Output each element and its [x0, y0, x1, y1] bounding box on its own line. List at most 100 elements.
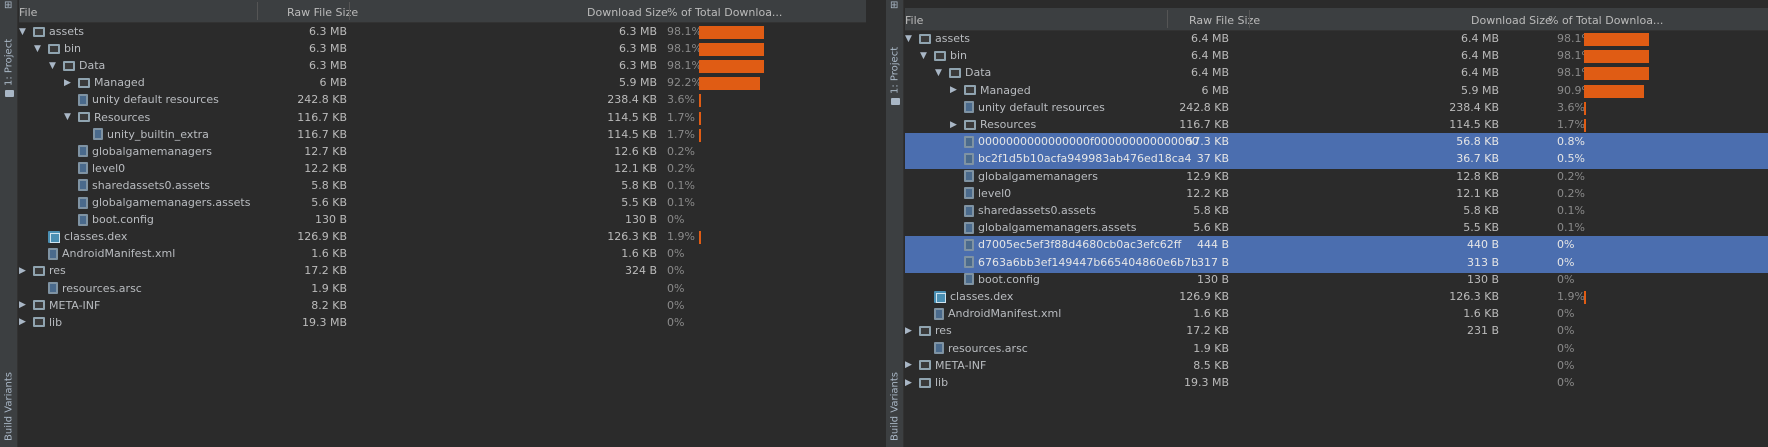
percent-bar: [699, 60, 764, 74]
raw-size-cell: 444 B: [1196, 238, 1229, 252]
structure-icon[interactable]: ⊞: [4, 0, 12, 11]
file-icon: [964, 256, 974, 269]
table-row[interactable]: ▼ bin 6.4 MB 6.4 MB 98.1%: [905, 47, 1768, 66]
download-size-cell: 5.9 MB: [618, 76, 657, 90]
percent-cell: 0.1%: [667, 196, 695, 209]
file-name: level0: [978, 186, 1012, 200]
expand-arrow-icon[interactable]: ▼: [935, 68, 949, 78]
percent-cell: 0.1%: [1557, 204, 1585, 217]
download-size-cell: 238.4 KB: [1449, 100, 1499, 114]
collapse-arrow-icon[interactable]: ▶: [905, 360, 919, 370]
file-name-cell: ▼ assets: [19, 25, 84, 38]
download-size-cell: 5.8 KB: [621, 178, 657, 192]
percent-bar: [699, 128, 701, 142]
file-name: 6763a6bb3ef149447b665404860e6b7b: [978, 255, 1199, 269]
raw-size-cell: 1.6 KB: [1193, 307, 1229, 321]
expand-arrow-icon[interactable]: ▼: [905, 34, 919, 44]
collapse-arrow-icon[interactable]: ▶: [950, 85, 964, 95]
collapse-arrow-icon[interactable]: ▶: [19, 317, 33, 327]
table-row[interactable]: ▶ lib 19.3 MB 0%: [905, 374, 1768, 393]
table-row[interactable]: d7005ec5ef3f88d4680cb0ac3efc62ff 444 B 440…: [905, 236, 1768, 256]
column-download-size[interactable]: Download Size: [1471, 14, 1552, 27]
folder-icon: [949, 67, 961, 78]
structure-icon[interactable]: ⊞: [890, 0, 898, 11]
column-percent[interactable]: % of Total Downloa...: [1548, 14, 1663, 27]
table-row[interactable]: ▶ lib 19.3 MB 0%: [19, 314, 866, 333]
table-row[interactable]: resources.arsc 1.9 KB 0%: [905, 340, 1768, 359]
table-row[interactable]: boot.config 130 B 130 B 0%: [905, 271, 1768, 290]
table-row[interactable]: 0000000000000000f000000000000000 57.3 KB 5…: [905, 133, 1768, 153]
project-tool-tab[interactable]: 1: Project: [887, 38, 903, 94]
apk-analyzer-right: ⊞ 1: Project Build Variants File Raw Fil…: [886, 0, 1768, 447]
column-percent[interactable]: % of Total Downloa...: [667, 6, 782, 19]
collapse-arrow-icon[interactable]: ▶: [19, 300, 33, 310]
percent-cell: 98.1%: [667, 25, 702, 38]
raw-size-cell: 17.2 KB: [304, 264, 347, 278]
percent-cell: 0.2%: [1557, 169, 1585, 183]
collapse-arrow-icon[interactable]: ▶: [19, 266, 33, 276]
file-size-table: File Raw File Size Download Size % of To…: [19, 0, 866, 447]
file-name: unity_builtin_extra: [107, 127, 209, 141]
table-row[interactable]: ▼ assets 6.4 MB 6.4 MB 98.1%: [905, 30, 1768, 49]
download-size-cell: 231 B: [1466, 324, 1499, 338]
raw-size-cell: 130 B: [1196, 272, 1229, 286]
expand-arrow-icon[interactable]: ▼: [49, 61, 63, 71]
download-size-cell: 126.3 KB: [1449, 290, 1499, 303]
file-name: globalgamemanagers.assets: [978, 221, 1137, 235]
percent-bar: [699, 77, 760, 91]
table-row[interactable]: AndroidManifest.xml 1.6 KB 1.6 KB 0%: [905, 305, 1768, 324]
file-name-cell: classes.dex: [34, 230, 127, 243]
table-row[interactable]: ▶ META-INF 8.5 KB 0%: [905, 357, 1768, 376]
build-variants-tab[interactable]: Build Variants: [1, 371, 17, 441]
table-row[interactable]: 6763a6bb3ef149447b665404860e6b7b 317 B 313…: [905, 253, 1768, 273]
collapse-arrow-icon[interactable]: ▶: [905, 326, 919, 336]
expand-arrow-icon[interactable]: ▼: [64, 112, 78, 122]
column-file[interactable]: File: [19, 6, 37, 19]
download-size-cell: 114.5 KB: [607, 110, 657, 124]
collapse-arrow-icon[interactable]: ▶: [950, 120, 964, 130]
file-name: resources.arsc: [948, 341, 1028, 355]
package-icon: [48, 230, 60, 243]
file-name: classes.dex: [64, 230, 128, 244]
column-file[interactable]: File: [905, 14, 923, 27]
file-name: Resources: [94, 110, 151, 124]
table-row[interactable]: ▼ Data 6.4 MB 6.4 MB 98.1%: [905, 64, 1768, 83]
table-row[interactable]: classes.dex 126.9 KB 126.3 KB 1.9%: [905, 288, 1768, 307]
expand-arrow-icon[interactable]: ▼: [34, 44, 48, 54]
table-row[interactable]: sharedassets0.assets 5.8 KB 5.8 KB 0.1%: [905, 202, 1768, 221]
download-size-cell: 114.5 KB: [607, 127, 657, 141]
tool-window-strip: ⊞ 1: Project Build Variants: [886, 0, 904, 447]
raw-size-cell: 12.2 KB: [1186, 186, 1229, 200]
column-raw-size[interactable]: Raw File Size: [287, 6, 358, 19]
download-size-cell: 12.1 KB: [1456, 186, 1499, 200]
download-size-cell: 114.5 KB: [1449, 118, 1499, 131]
collapse-arrow-icon[interactable]: ▶: [64, 78, 78, 88]
file-name: assets: [49, 25, 85, 38]
table-row[interactable]: bc2f1d5b10acfa949983ab476ed18ca4 37 KB 36.…: [905, 150, 1768, 170]
collapse-arrow-icon[interactable]: ▶: [905, 378, 919, 388]
expand-arrow-icon[interactable]: ▼: [920, 51, 934, 61]
build-variants-tab[interactable]: Build Variants: [887, 371, 903, 441]
percent-cell: 0.2%: [1557, 186, 1585, 200]
tool-window-strip: ⊞ 1: Project Build Variants: [0, 0, 18, 447]
table-row[interactable]: globalgamemanagers 12.9 KB 12.8 KB 0.2%: [905, 168, 1768, 187]
file-icon: [78, 179, 88, 192]
file-name: Managed: [980, 83, 1031, 97]
table-row[interactable]: unity default resources 242.8 KB 238.4 KB 3…: [905, 99, 1768, 118]
file-name-cell: level0: [950, 187, 1011, 200]
file-icon: [964, 204, 974, 217]
download-size-cell: 5.5 KB: [1463, 221, 1499, 235]
file-name-cell: unity_builtin_extra: [79, 128, 209, 141]
percent-bar: [1584, 50, 1649, 64]
percent-cell: 0.1%: [667, 178, 695, 192]
table-row[interactable]: globalgamemanagers.assets 5.6 KB 5.5 KB 0.1…: [905, 219, 1768, 238]
file-name: AndroidManifest.xml: [948, 307, 1062, 321]
project-tool-tab[interactable]: 1: Project: [1, 30, 17, 86]
file-name-cell: ▶ Resources: [950, 118, 1036, 131]
column-download-size[interactable]: Download Size: [587, 6, 668, 19]
expand-arrow-icon[interactable]: ▼: [19, 27, 33, 37]
table-row[interactable]: ▶ res 17.2 KB 231 B 0%: [905, 322, 1768, 341]
table-row[interactable]: ▶ Resources 116.7 KB 114.5 KB 1.7%: [905, 116, 1768, 135]
table-row[interactable]: level0 12.2 KB 12.1 KB 0.2%: [905, 185, 1768, 204]
table-row[interactable]: ▶ Managed 6 MB 5.9 MB 90.9%: [905, 82, 1768, 101]
